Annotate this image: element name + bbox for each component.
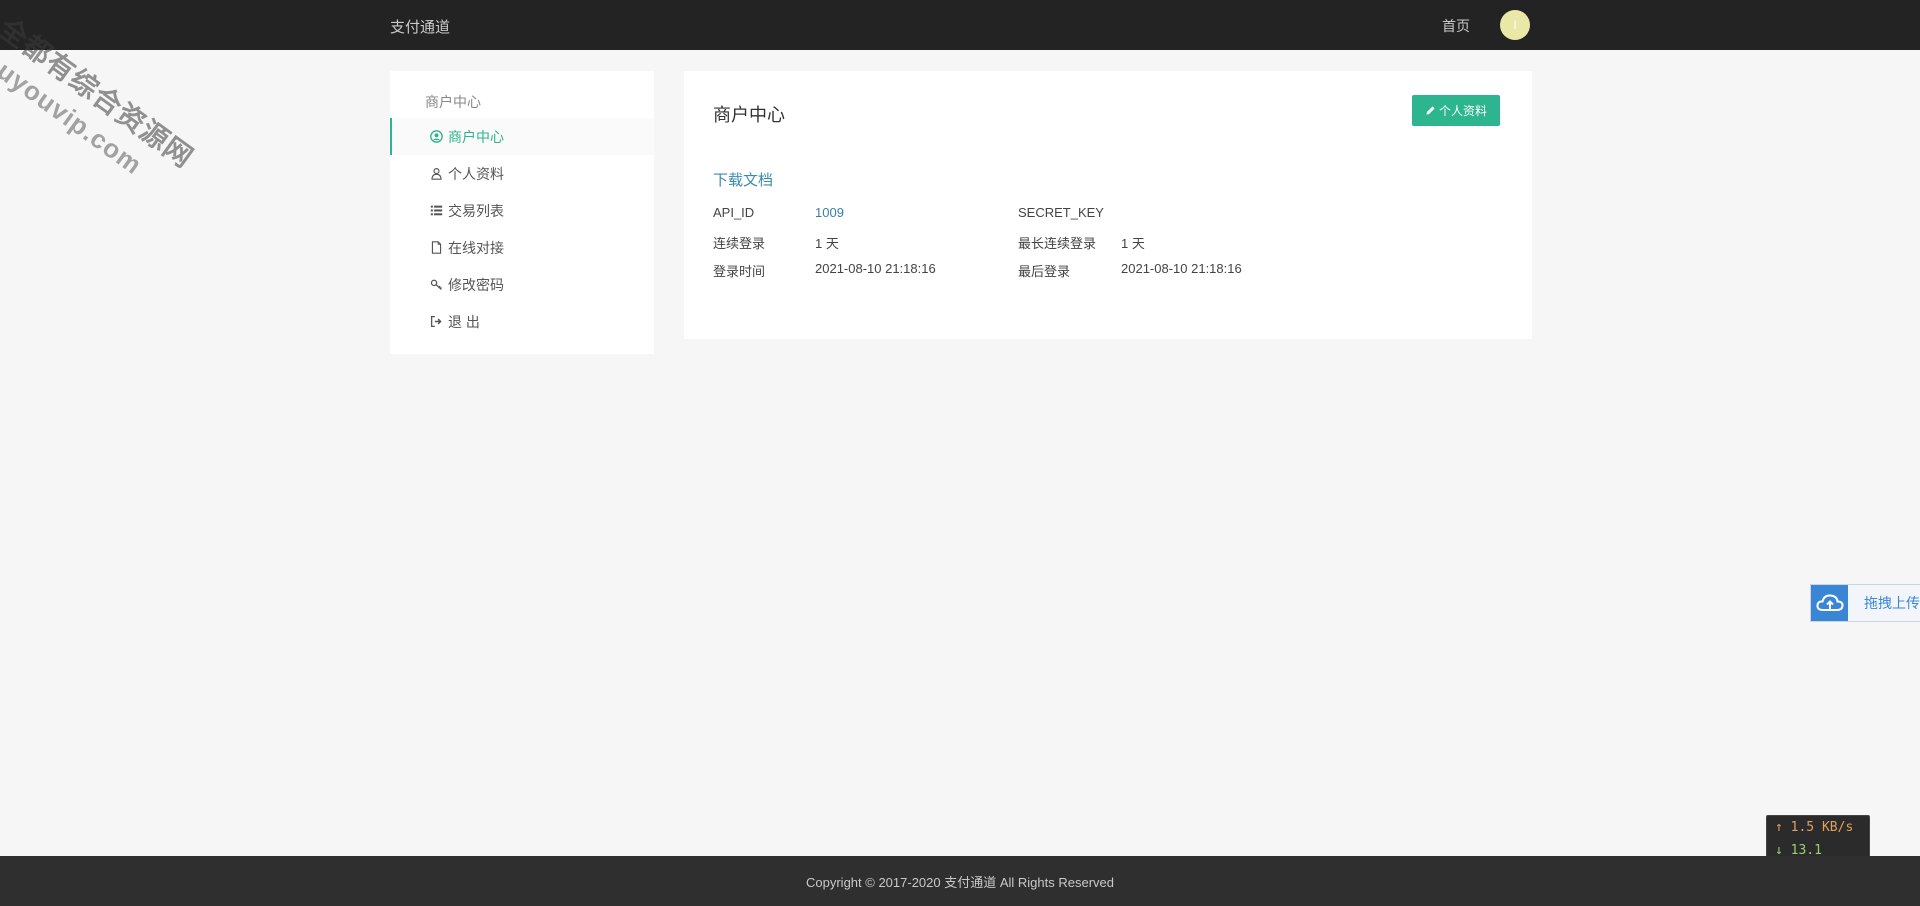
sidebar-item-label: 退 出 (448, 313, 480, 330)
api-id-value: 1009 (815, 205, 844, 220)
longest-login-value: 1 天 (1121, 236, 1145, 251)
list-icon (428, 203, 444, 219)
file-icon (428, 240, 444, 256)
drag-upload-tab[interactable]: 拖拽上传 (1810, 584, 1920, 622)
cloud-upload-icon (1811, 585, 1848, 621)
download-doc-link[interactable]: 下载文档 (713, 169, 773, 190)
top-navbar: 支付通道 首页 I (0, 0, 1920, 50)
login-time-label: 登录时间 (713, 264, 766, 279)
copyright-text: Copyright © 2017-2020 支付通道 All Rights Re… (806, 874, 1114, 890)
sidebar-item-label: 商户中心 (448, 128, 504, 145)
brand-title[interactable]: 支付通道 (390, 16, 450, 37)
sidebar-item-label: 交易列表 (448, 202, 504, 219)
last-login-label: 最后登录 (1018, 264, 1071, 279)
sidebar-item-integration[interactable]: 在线对接 (390, 229, 654, 266)
watermark-line2: douyouvip.com (0, 35, 148, 181)
profile-button-label: 个人资料 (1438, 104, 1487, 118)
sign-out-icon (428, 314, 444, 330)
sidebar: 商户中心 商户中心 个人资料 交易列表 在线对接 修改密码 退 出 (390, 71, 654, 354)
api-id-label: API_ID (713, 205, 755, 220)
footer: Copyright © 2017-2020 支付通道 All Rights Re… (0, 856, 1920, 906)
longest-login-label: 最长连续登录 (1018, 236, 1097, 251)
last-login-value: 2021-08-10 21:18:16 (1121, 261, 1242, 276)
upload-label: 拖拽上传 (1864, 595, 1920, 611)
nav-home-link[interactable]: 首页 (1442, 16, 1470, 36)
sidebar-item-profile[interactable]: 个人资料 (390, 155, 654, 192)
key-icon (428, 277, 444, 293)
pencil-icon (1426, 106, 1435, 115)
sidebar-item-label: 修改密码 (448, 276, 504, 293)
main-panel: 商户中心 个人资料 下载文档 API_ID 1009 SECRET_KEY 连续… (684, 71, 1532, 339)
sidebar-item-label: 个人资料 (448, 165, 504, 182)
sidebar-header: 商户中心 (425, 94, 481, 110)
sidebar-item-logout[interactable]: 退 出 (390, 303, 654, 340)
sidebar-item-change-password[interactable]: 修改密码 (390, 266, 654, 303)
sidebar-item-label: 在线对接 (448, 239, 504, 256)
profile-button[interactable]: 个人资料 (1412, 95, 1500, 126)
sidebar-item-transactions[interactable]: 交易列表 (390, 192, 654, 229)
page-title: 商户中心 (713, 105, 785, 125)
avatar[interactable]: I (1500, 10, 1530, 40)
secret-key-label: SECRET_KEY (1018, 205, 1104, 220)
upload-speed: ↑ 1.5 KB/s (1775, 820, 1854, 835)
login-time-value: 2021-08-10 21:18:16 (815, 261, 936, 276)
consecutive-login-label: 连续登录 (713, 236, 766, 251)
consecutive-login-value: 1 天 (815, 236, 839, 251)
watermark: 全都有综合资源网 douyouvip.com (0, 8, 199, 305)
user-icon (428, 166, 444, 182)
user-circle-icon (428, 129, 444, 145)
sidebar-item-merchant-center[interactable]: 商户中心 (390, 118, 654, 155)
